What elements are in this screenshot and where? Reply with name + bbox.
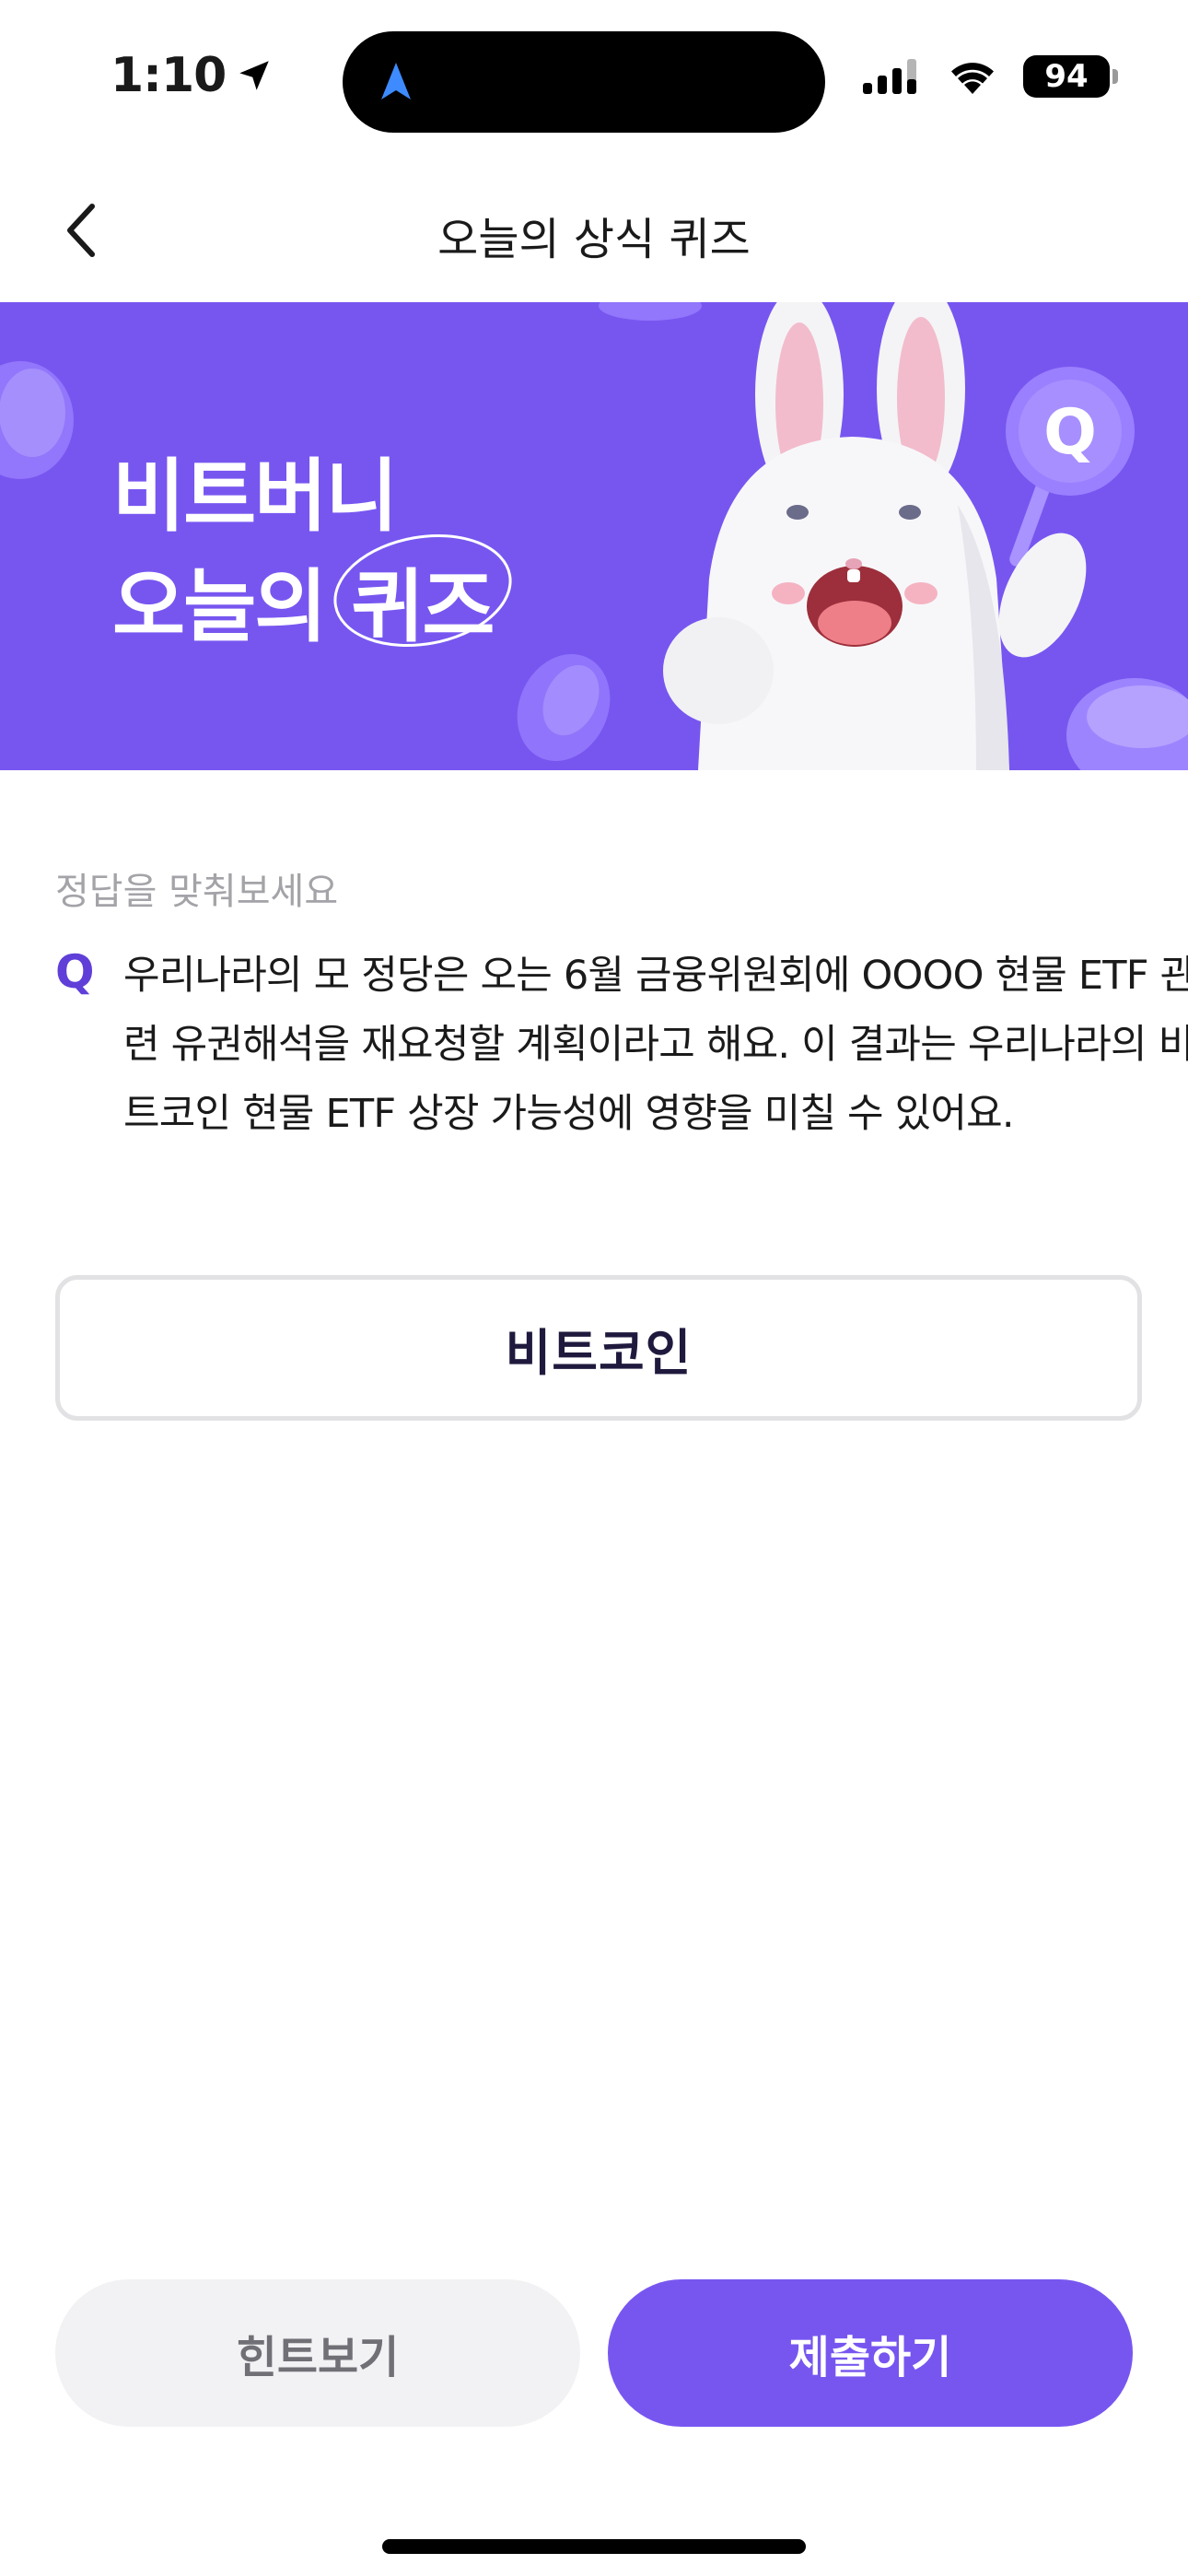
page-title: 오늘의 상식 퀴즈	[437, 214, 751, 265]
battery-cap	[1112, 69, 1118, 84]
banner-title-prefix: 오늘의	[112, 561, 352, 653]
status-bar: 1:10 94	[0, 0, 1188, 157]
hint-button[interactable]: 힌트보기	[55, 2279, 580, 2427]
home-indicator	[382, 2539, 806, 2554]
quiz-banner: Q 비트버니 오늘의 퀴즈	[0, 302, 1188, 770]
dynamic-island	[343, 31, 825, 133]
question-text: 우리나라의 모 정당은 오는 6월 금융위원회에 OOOO 현물 ETF 관련 …	[123, 953, 1188, 1137]
quiz-instruction: 정답을 맞춰보세요	[55, 871, 339, 913]
answer-input[interactable]: 비트코인	[55, 1275, 1142, 1421]
question-mark-label: Q	[55, 945, 95, 999]
navigation-bar: 오늘의 상식 퀴즈	[0, 157, 1188, 302]
wifi-icon	[951, 63, 994, 94]
battery-level: 94	[1023, 55, 1110, 98]
banner-title-line1: 비트버니	[112, 451, 398, 543]
cellular-signal-icon	[863, 59, 916, 94]
status-indicators: 94	[861, 55, 1118, 98]
status-time: 1:10	[111, 48, 274, 103]
battery-indicator: 94	[1023, 55, 1118, 98]
banner-title-highlight-text: 퀴즈	[351, 561, 495, 653]
location-arrow-icon	[239, 61, 270, 90]
q-badge-letter: Q	[1043, 396, 1097, 469]
banner-title-line2: 오늘의 퀴즈	[112, 533, 512, 657]
navigation-arrow-icon	[381, 63, 411, 100]
status-time-text: 1:10	[111, 48, 227, 103]
banner-title-highlight: 퀴즈	[333, 533, 512, 657]
submit-button[interactable]: 제출하기	[608, 2279, 1133, 2427]
